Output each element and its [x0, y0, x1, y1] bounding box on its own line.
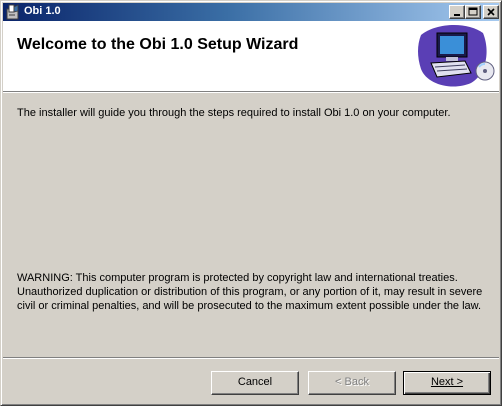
intro-text: The installer will guide you through the…: [17, 107, 451, 119]
minimize-button[interactable]: [449, 5, 465, 19]
back-button[interactable]: < Back: [308, 371, 396, 395]
wizard-banner: Welcome to the Obi 1.0 Setup Wizard: [3, 21, 499, 91]
maximize-icon: [468, 7, 478, 16]
title-bar[interactable]: Obi 1.0: [3, 3, 499, 21]
computer-with-cd-icon: [415, 23, 497, 89]
close-icon: [487, 8, 495, 16]
close-button[interactable]: [483, 5, 499, 19]
minimize-icon: [454, 14, 460, 16]
cancel-button[interactable]: Cancel: [211, 371, 299, 395]
next-button-label: Next >: [430, 376, 464, 388]
footer-divider-highlight: [3, 358, 499, 359]
maximize-button[interactable]: [465, 5, 481, 19]
next-button[interactable]: Next >: [403, 371, 491, 395]
setup-wizard-window: Obi 1.0 Welcome to the Obi 1.0 Setup Wiz…: [0, 0, 502, 406]
banner-divider-highlight: [3, 92, 499, 93]
wizard-title: Welcome to the Obi 1.0 Setup Wizard: [17, 36, 299, 53]
copyright-warning: WARNING: This computer program is protec…: [17, 272, 483, 312]
window-title: Obi 1.0: [24, 5, 61, 17]
installer-box-icon: [5, 4, 21, 20]
